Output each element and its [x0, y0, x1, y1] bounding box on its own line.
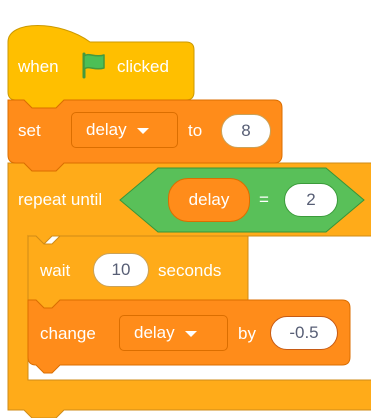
when-label: when: [18, 57, 59, 76]
set-value-input[interactable]: 8: [221, 114, 271, 148]
wait-seconds-input[interactable]: 10: [93, 253, 149, 287]
dropdown-arrow-icon: [184, 331, 197, 337]
to-label: to: [188, 121, 203, 140]
compare-value-input[interactable]: 2: [284, 183, 338, 217]
variable-dropdown-value: delay: [86, 120, 127, 139]
by-label: by: [238, 324, 256, 343]
repeat-until-label: repeat until: [18, 190, 103, 209]
variable-dropdown[interactable]: delay: [119, 315, 228, 351]
wait-label: wait: [40, 261, 71, 280]
dropdown-arrow-icon: [136, 128, 149, 134]
clicked-label: clicked: [117, 57, 169, 76]
equals-label: =: [259, 190, 269, 209]
delay-variable-reporter[interactable]: delay: [168, 178, 250, 222]
green-flag-icon: [82, 52, 105, 79]
change-label: change: [40, 324, 96, 343]
change-value-input[interactable]: -0.5: [270, 316, 338, 350]
set-label: set: [18, 121, 41, 140]
script-canvas: when clicked set delay to 8 repeat until…: [0, 0, 371, 418]
seconds-label: seconds: [158, 261, 222, 280]
variable-dropdown[interactable]: delay: [71, 112, 178, 148]
variable-dropdown-value: delay: [134, 323, 175, 342]
